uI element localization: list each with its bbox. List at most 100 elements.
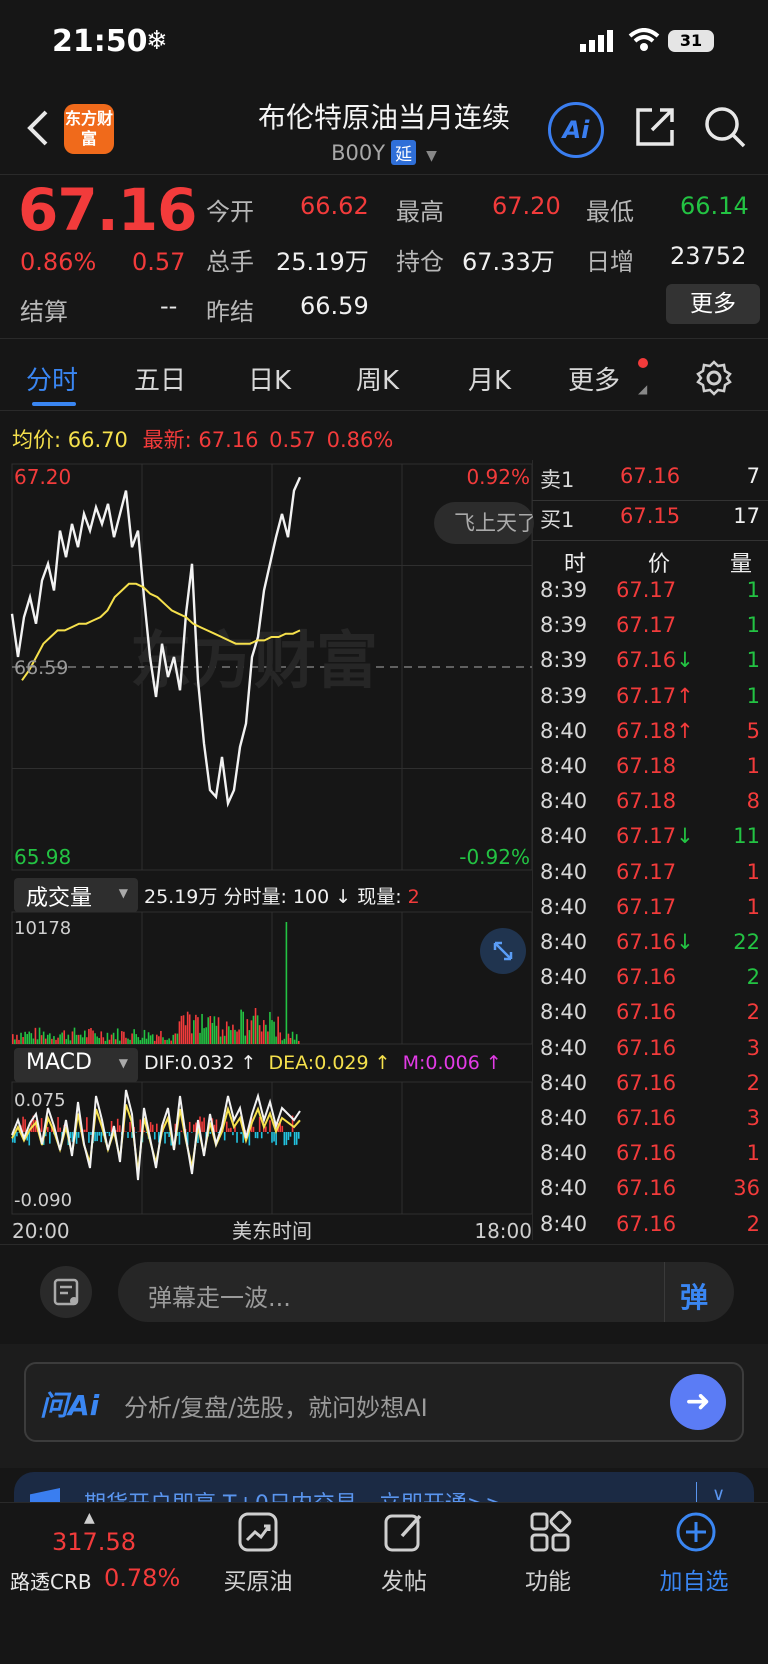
tab-intraday[interactable]: 分时 xyxy=(26,360,78,397)
ref-price-label: 66.59 xyxy=(14,657,68,679)
volume-bar xyxy=(242,1012,244,1044)
macd-histogram-bar xyxy=(166,1132,168,1134)
tape-price: 67.16 xyxy=(616,965,676,989)
tape-time: 8:40 xyxy=(540,860,587,884)
macd-histogram-bar xyxy=(273,1132,275,1141)
volume-bar xyxy=(290,1038,292,1044)
expand-icon[interactable] xyxy=(480,928,526,974)
field-value-open: 66.62 xyxy=(300,192,369,220)
macd-histogram-bar xyxy=(189,1122,191,1132)
ask-ai-logo: 问Ai xyxy=(40,1384,99,1424)
volume-bar xyxy=(253,1016,255,1044)
pct-axis-top: 0.92% xyxy=(466,465,530,489)
macd-histogram-bar xyxy=(154,1132,156,1139)
ai-button[interactable]: Ai xyxy=(548,102,604,158)
nav-buy-oil[interactable]: 买原油 xyxy=(210,1562,306,1596)
field-value-daily-inc: 23752 xyxy=(670,242,746,270)
index-value[interactable]: 317.58 xyxy=(52,1528,136,1556)
add-watchlist-icon[interactable] xyxy=(674,1510,718,1554)
volume-bar xyxy=(70,1040,72,1044)
volume-bar xyxy=(281,1040,283,1044)
volume-bar xyxy=(119,1041,121,1044)
danmaku-toggle-button[interactable]: 弹 xyxy=(680,1276,708,1316)
tab-more[interactable]: 更多 xyxy=(568,360,620,397)
volume-bar xyxy=(41,1035,43,1044)
macd-histogram-bar xyxy=(281,1126,283,1132)
volume-bar xyxy=(247,1019,249,1044)
macd-histogram-bar xyxy=(41,1118,43,1132)
divider xyxy=(532,540,768,541)
tape-volume: 1 xyxy=(747,860,760,884)
function-grid-icon[interactable] xyxy=(528,1510,572,1554)
macd-histogram-bar xyxy=(76,1132,78,1144)
macd-histogram-bar xyxy=(84,1130,86,1132)
macd-selector[interactable]: MACD ▼ xyxy=(14,1048,138,1082)
volume-bar xyxy=(127,1039,129,1044)
field-value-low: 66.14 xyxy=(680,192,749,220)
last-price: 67.16 xyxy=(18,176,196,244)
volume-bar xyxy=(35,1028,37,1044)
corner-arrow-icon: ◢ xyxy=(638,382,647,396)
nav-functions[interactable]: 功能 xyxy=(500,1562,596,1596)
tape-price: 67.16 xyxy=(616,1106,676,1130)
volume-bar xyxy=(220,1037,222,1044)
search-icon[interactable] xyxy=(702,104,748,150)
tab-monthly-k[interactable]: 月K xyxy=(468,360,511,397)
tape-volume: 2 xyxy=(747,1071,760,1095)
volume-bar xyxy=(257,1015,259,1044)
volume-bar xyxy=(205,1027,207,1044)
field-label-high: 最高 xyxy=(396,192,444,227)
tape-volume: 1 xyxy=(747,578,760,602)
volume-bar xyxy=(240,1010,242,1044)
volume-bar xyxy=(96,1036,98,1044)
volume-bar xyxy=(24,1032,26,1044)
volume-bar xyxy=(80,1035,82,1044)
volume-bar xyxy=(284,1039,286,1044)
volume-bar xyxy=(144,1030,146,1044)
share-icon[interactable] xyxy=(632,104,678,150)
tape-price: 67.18↑ xyxy=(616,719,694,743)
field-label-oi: 持仓 xyxy=(396,242,444,277)
tab-weekly-k[interactable]: 周K xyxy=(356,360,399,397)
danmaku-settings-icon[interactable] xyxy=(40,1266,92,1318)
chart-area[interactable]: 东方财富 67.20 65.98 0.92% -0.92% 66.59 1017… xyxy=(0,460,540,1246)
volume-selector[interactable]: 成交量 ▼ xyxy=(14,878,138,912)
compose-icon[interactable] xyxy=(382,1510,426,1554)
field-label-volume: 总手 xyxy=(206,242,254,277)
volume-bar xyxy=(16,1035,18,1044)
tab-five-day[interactable]: 五日 xyxy=(134,360,186,397)
tape-volume: 22 xyxy=(733,930,760,954)
volume-bar xyxy=(154,1041,156,1044)
tape-price-value: 67.17 xyxy=(616,613,676,637)
tape-direction: ↑ xyxy=(676,719,694,743)
macd-histogram-bar xyxy=(191,1132,193,1133)
danmaku-bubble: 飞上天了 xyxy=(434,502,534,544)
send-arrow-icon[interactable]: ➜ xyxy=(670,1374,726,1430)
tab-daily-k[interactable]: 日K xyxy=(248,360,291,397)
latest-change: 0.57 xyxy=(269,428,316,452)
macd-histogram-bar xyxy=(168,1132,170,1137)
nav-post[interactable]: 发帖 xyxy=(356,1562,452,1596)
tape-time: 8:40 xyxy=(540,1106,587,1130)
tape-header-time: 时 xyxy=(564,546,586,578)
chevron-down-icon: ▼ xyxy=(119,886,128,900)
macd-histogram-bar xyxy=(294,1132,296,1145)
latest-value: 67.16 xyxy=(198,428,258,452)
volume-bar xyxy=(14,1039,16,1044)
gear-icon[interactable] xyxy=(696,360,732,396)
nav-add-watchlist[interactable]: 加自选 xyxy=(646,1562,742,1596)
volume-bar xyxy=(156,1035,158,1044)
tab-active-indicator xyxy=(32,402,76,406)
tape-price-value: 67.16 xyxy=(616,1036,676,1060)
tape-row: 8:3967.171 xyxy=(540,613,762,648)
volume-bar xyxy=(224,1036,226,1044)
now-volume-label: 现量: xyxy=(357,886,401,908)
field-value-prev-settle: 66.59 xyxy=(300,292,369,320)
volume-bar xyxy=(37,1039,39,1044)
tape-row: 8:4067.163 xyxy=(540,1106,762,1141)
volume-total: 25.19万 xyxy=(144,886,217,908)
buy-oil-icon[interactable] xyxy=(236,1510,280,1554)
volume-bar xyxy=(164,1040,166,1044)
volume-bar xyxy=(251,1020,253,1044)
more-button[interactable]: 更多 xyxy=(666,284,760,324)
